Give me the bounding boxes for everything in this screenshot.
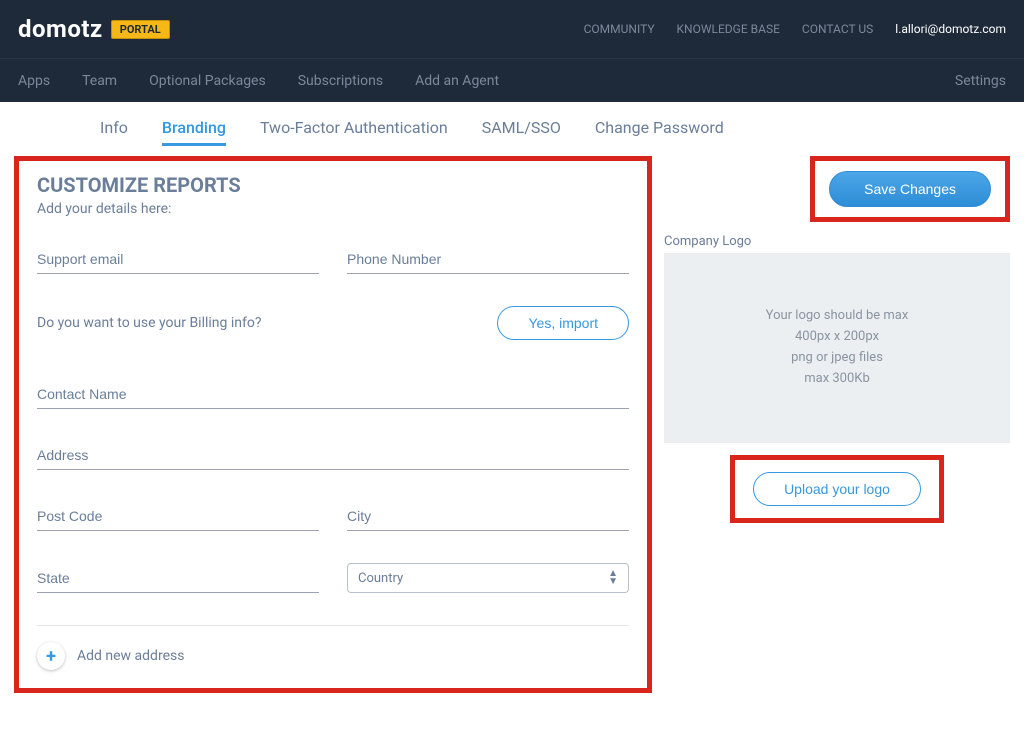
left-column: CUSTOMIZE REPORTS Add your details here:…	[14, 156, 652, 693]
post-code-field[interactable]	[37, 502, 319, 531]
nav-settings[interactable]: Settings	[955, 73, 1006, 89]
logo-hint-line3: png or jpeg files	[791, 348, 883, 369]
save-changes-button[interactable]: Save Changes	[829, 171, 991, 207]
contact-name-field[interactable]	[37, 380, 629, 409]
secondary-nav: Apps Team Optional Packages Subscription…	[0, 58, 1024, 102]
portal-badge: PORTAL	[111, 20, 170, 39]
nav-subscriptions[interactable]: Subscriptions	[298, 73, 383, 89]
country-select-label: Country	[358, 571, 403, 586]
billing-question: Do you want to use your Billing info?	[37, 315, 497, 331]
country-select[interactable]: Country ▲▼	[347, 563, 629, 593]
nav-knowledge-base[interactable]: KNOWLEDGE BASE	[677, 22, 780, 36]
nav-team[interactable]: Team	[82, 73, 117, 89]
address-field[interactable]	[37, 441, 629, 470]
tab-branding[interactable]: Branding	[162, 118, 226, 146]
nav-user-email[interactable]: l.allori@domotz.com	[895, 22, 1006, 36]
nav-add-agent[interactable]: Add an Agent	[415, 73, 499, 89]
customize-reports-panel: CUSTOMIZE REPORTS Add your details here:…	[14, 156, 652, 693]
tab-info[interactable]: Info	[100, 118, 128, 146]
right-column: Save Changes Company Logo Your logo shou…	[652, 156, 1010, 523]
city-field[interactable]	[347, 502, 629, 531]
top-nav: COMMUNITY KNOWLEDGE BASE CONTACT US l.al…	[584, 22, 1006, 36]
upload-highlight: Upload your logo	[730, 455, 944, 523]
upload-logo-button[interactable]: Upload your logo	[753, 472, 921, 506]
logo-hint-line2: 400px x 200px	[795, 327, 879, 348]
tab-two-factor[interactable]: Two-Factor Authentication	[260, 118, 448, 146]
company-logo-label: Company Logo	[664, 234, 1010, 249]
tab-saml-sso[interactable]: SAML/SSO	[482, 118, 561, 146]
logo-hint-line4: max 300Kb	[804, 369, 870, 390]
nav-contact-us[interactable]: CONTACT US	[802, 22, 873, 36]
add-address-button[interactable]: +	[37, 642, 65, 670]
plus-icon: +	[46, 646, 56, 667]
logo-dropzone[interactable]: Your logo should be max 400px x 200px pn…	[664, 253, 1010, 443]
state-field[interactable]	[37, 564, 319, 593]
tab-change-password[interactable]: Change Password	[595, 118, 724, 146]
add-address-label: Add new address	[77, 648, 184, 664]
logo: domotz PORTAL	[18, 15, 170, 43]
nav-optional-packages[interactable]: Optional Packages	[149, 73, 266, 89]
divider	[37, 625, 629, 626]
section-subtitle: Add your details here:	[37, 201, 629, 217]
logo-text: domotz	[18, 15, 103, 43]
content: CUSTOMIZE REPORTS Add your details here:…	[0, 156, 1024, 723]
phone-number-field[interactable]	[347, 245, 629, 274]
yes-import-button[interactable]: Yes, import	[497, 306, 629, 340]
section-title: CUSTOMIZE REPORTS	[37, 173, 629, 197]
save-highlight: Save Changes	[810, 156, 1010, 222]
support-email-field[interactable]	[37, 245, 319, 274]
nav-community[interactable]: COMMUNITY	[584, 22, 655, 36]
tab-row: Info Branding Two-Factor Authentication …	[0, 102, 1024, 156]
nav-apps[interactable]: Apps	[18, 73, 50, 89]
top-header: domotz PORTAL COMMUNITY KNOWLEDGE BASE C…	[0, 0, 1024, 58]
select-arrows-icon: ▲▼	[608, 570, 618, 586]
logo-hint-line1: Your logo should be max	[766, 306, 909, 327]
